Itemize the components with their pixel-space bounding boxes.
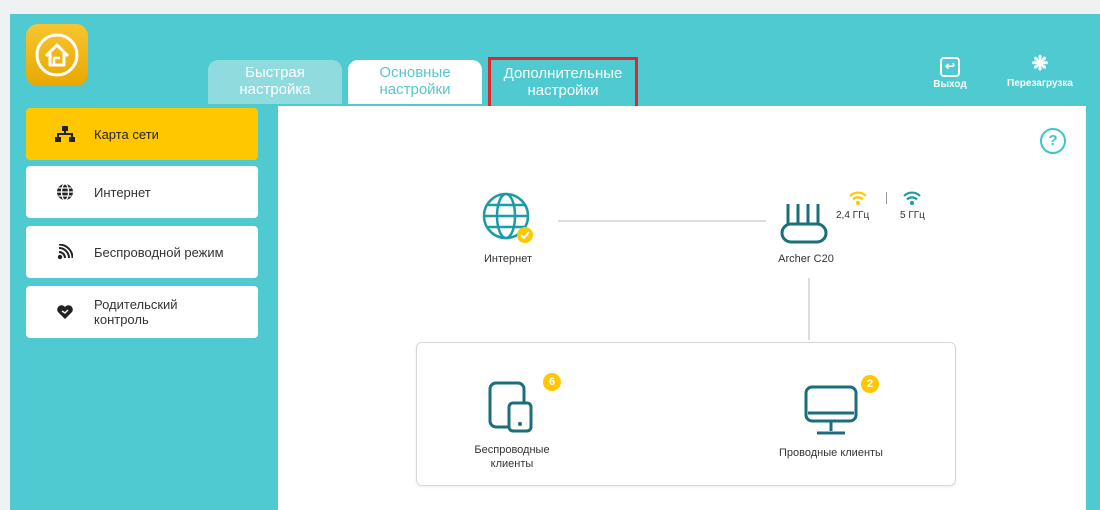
screen-frame: Быстрая настройка Основные настройки Доп… [0,0,1100,510]
router-icon[interactable] [776,200,836,248]
wired-clients-label: Проводные клиенты [779,447,883,459]
internet-router-link [558,220,766,222]
wired-clients-count-badge: 2 [861,375,879,393]
logout-label: Выход [933,79,967,90]
network-map-icon [54,126,76,142]
tab-basic-settings[interactable]: Основные настройки [348,60,482,104]
reboot-label: Перезагрузка [1007,78,1073,89]
reboot-button[interactable]: ❋ Перезагрузка [1000,52,1080,89]
sidebar-item-label: Родительский контроль [94,297,178,327]
logout-icon: ↩ [910,52,990,77]
heart-icon [54,304,76,320]
sidebar-item-label: Карта сети [94,126,159,142]
logout-button[interactable]: ↩ Выход [910,52,990,90]
network-map-panel: ? Интернет Archer C20 2,4 ГГц 5 ГГц 6 Бе… [278,106,1086,510]
sidebar-item-label: Беспроводной режим [94,244,224,260]
router-admin-app: Быстрая настройка Основные настройки Доп… [10,14,1100,510]
globe-icon [54,183,76,201]
reboot-icon: ❋ [1031,53,1049,75]
band-24-label: 2,4 ГГц [836,210,870,221]
sidebar-item-parental-control[interactable]: Родительский контроль [26,286,258,338]
tab-advanced-settings[interactable]: Дополнительные настройки [488,57,638,109]
wireless-clients-count-badge: 6 [543,373,561,391]
tab-quick-setup[interactable]: Быстрая настройка [208,60,342,104]
wifi-24-icon [849,191,867,205]
sidebar-item-wireless[interactable]: Беспроводной режим [26,226,258,278]
wireless-clients-icon[interactable] [487,377,539,435]
clients-panel: 6 Беспроводные клиенты 2 Проводные клиен… [416,342,956,486]
band-5-label: 5 ГГц [900,210,925,221]
internet-globe-icon[interactable] [478,188,538,248]
tab-basic-settings-label: Основные настройки [379,64,451,98]
home-logo[interactable] [26,24,88,86]
tab-advanced-settings-label: Дополнительные настройки [503,65,623,99]
band-divider [886,192,887,204]
tab-quick-setup-label: Быстрая настройка [239,64,311,98]
help-icon[interactable]: ? [1040,128,1066,154]
sidebar-item-network-map[interactable]: Карта сети [26,108,258,160]
home-logo-icon [35,33,79,77]
wireless-icon [54,244,76,260]
sidebar-item-label: Интернет [94,184,151,200]
wireless-clients-label: Беспроводные клиенты [474,444,550,470]
internet-node-label: Интернет [484,253,532,265]
wired-clients-icon[interactable] [801,383,861,437]
wifi-5-icon [903,191,921,205]
sidebar-item-internet[interactable]: Интернет [26,166,258,218]
router-node-label: Archer C20 [778,253,834,265]
router-clients-link [808,278,810,340]
